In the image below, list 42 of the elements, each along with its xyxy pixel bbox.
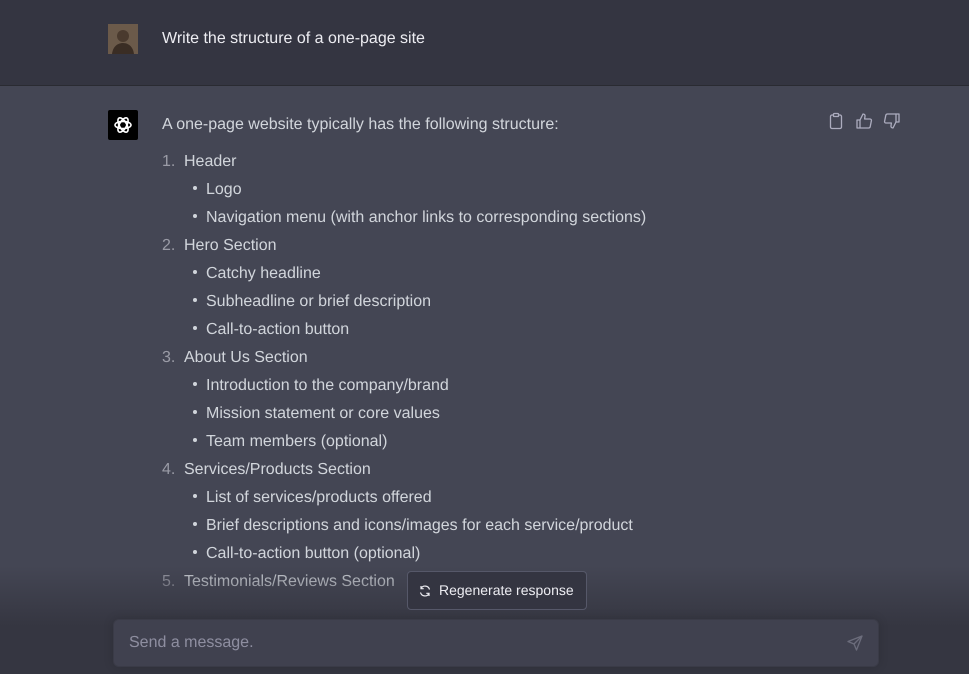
bullet-icon bbox=[193, 522, 197, 526]
bullet-icon bbox=[193, 438, 197, 442]
list-number: 4. bbox=[162, 460, 176, 480]
list-item: About Us Section bbox=[184, 348, 308, 368]
copy-icon[interactable] bbox=[827, 112, 845, 130]
list-subitem: Team members (optional) bbox=[206, 432, 388, 452]
bullet-icon bbox=[193, 550, 197, 554]
bullet-icon bbox=[193, 186, 197, 190]
thumbs-up-icon[interactable] bbox=[855, 112, 873, 130]
response-intro: A one-page website typically has the following structure: bbox=[162, 115, 560, 135]
list-number: 5. bbox=[162, 572, 176, 592]
bullet-icon bbox=[193, 298, 197, 302]
list-subitem: Logo bbox=[206, 180, 242, 200]
bullet-icon bbox=[193, 214, 197, 218]
list-subitem: Mission statement or core values bbox=[206, 404, 440, 424]
message-input[interactable]: Send a message. bbox=[113, 619, 879, 667]
thumbs-down-icon[interactable] bbox=[883, 112, 901, 130]
refresh-icon bbox=[419, 584, 431, 596]
list-subitem: Introduction to the company/brand bbox=[206, 376, 449, 396]
list-number: 2. bbox=[162, 236, 176, 256]
bullet-icon bbox=[193, 410, 197, 414]
bullet-icon bbox=[193, 494, 197, 498]
assistant-logo-icon bbox=[108, 110, 138, 140]
list-number: 3. bbox=[162, 348, 176, 368]
list-subitem: Call-to-action button bbox=[206, 320, 350, 340]
bullet-icon bbox=[193, 326, 197, 330]
list-item: Testimonials/Reviews Section bbox=[184, 572, 395, 592]
list-subitem: Navigation menu (with anchor links to corresponding sections) bbox=[206, 208, 646, 228]
list-number: 1. bbox=[162, 152, 176, 172]
list-item: Services/Products Section bbox=[184, 460, 371, 480]
list-item: Hero Section bbox=[184, 236, 276, 256]
user-message: Write the structure of a one-page site bbox=[162, 29, 425, 49]
avatar-icon bbox=[108, 24, 138, 54]
bullet-icon bbox=[193, 270, 197, 274]
list-subitem: Subheadline or brief description bbox=[206, 292, 432, 312]
bullet-icon bbox=[193, 382, 197, 386]
list-subitem: List of services/products offered bbox=[206, 488, 432, 508]
list-subitem: Catchy headline bbox=[206, 264, 321, 284]
list-subitem: Brief descriptions and icons/images for each service/product bbox=[206, 516, 633, 536]
list-subitem: Call-to-action button (optional) bbox=[206, 544, 420, 564]
list-item: Header bbox=[184, 152, 236, 172]
regenerate-button[interactable]: Regenerate response bbox=[407, 571, 587, 610]
